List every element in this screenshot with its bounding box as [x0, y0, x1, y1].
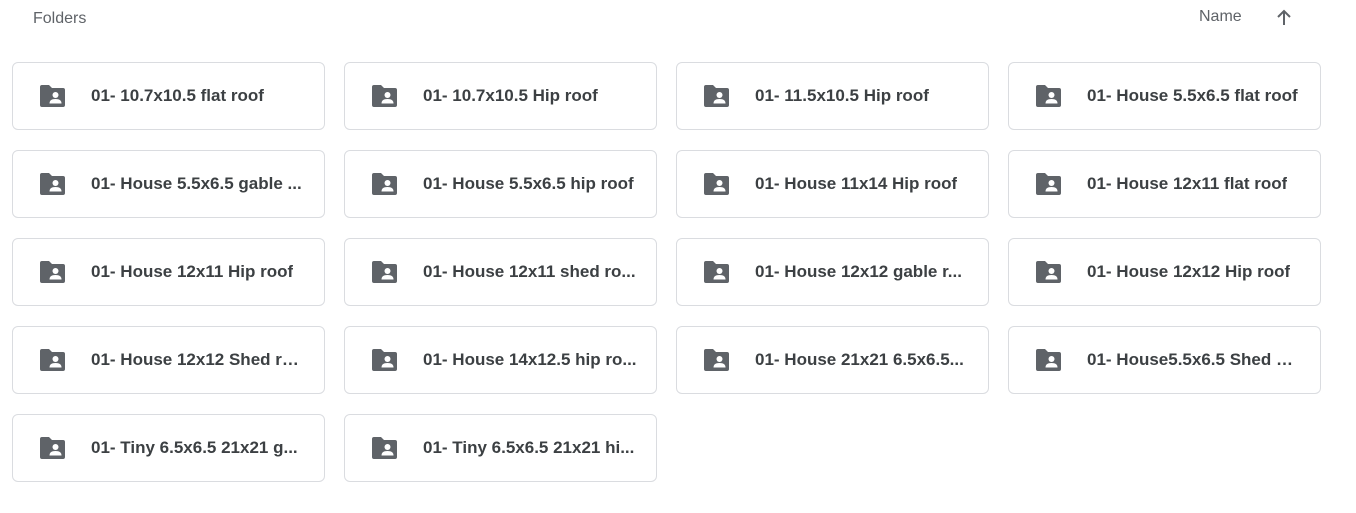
- folder-grid: 01- 10.7x10.5 flat roof 01- 10.7x10.5 Hip…: [12, 62, 1321, 482]
- shared-folder-icon: [370, 348, 398, 372]
- shared-folder-icon: [370, 436, 398, 460]
- folder-card[interactable]: 01- House 12x11 shed ro...: [344, 238, 657, 306]
- folder-name: 01- House 12x11 Hip roof: [91, 262, 294, 281]
- folder-name: 01- House 14x12.5 hip ro...: [423, 350, 637, 369]
- folder-name: 01- House 12x12 gable r...: [755, 262, 962, 281]
- shared-folder-icon: [702, 172, 730, 196]
- folder-name: 01- Tiny 6.5x6.5 21x21 hi...: [423, 438, 635, 457]
- shared-folder-icon: [370, 172, 398, 196]
- shared-folder-icon: [702, 260, 730, 284]
- folder-name: 01- House 5.5x6.5 hip roof: [423, 174, 634, 193]
- folder-name: 01- House 12x11 flat roof: [1087, 174, 1288, 193]
- folder-name: 01- Tiny 6.5x6.5 21x21 g...: [91, 438, 298, 457]
- folder-card[interactable]: 01- House 21x21 6.5x6.5...: [676, 326, 989, 394]
- folder-name: 01- House 5.5x6.5 gable ...: [91, 174, 302, 193]
- folder-name: 01- House 5.5x6.5 flat roof: [1087, 86, 1298, 105]
- folder-name: 01- House 21x21 6.5x6.5...: [755, 350, 964, 369]
- folder-name: 01- 11.5x10.5 Hip roof: [755, 86, 929, 105]
- shared-folder-icon: [702, 348, 730, 372]
- shared-folder-icon: [1034, 260, 1062, 284]
- folder-name: 01- 10.7x10.5 flat roof: [91, 86, 264, 105]
- folder-card[interactable]: 01- 11.5x10.5 Hip roof: [676, 62, 989, 130]
- folder-name: 01- 10.7x10.5 Hip roof: [423, 86, 598, 105]
- folder-card[interactable]: 01- House 12x12 Shed ro...: [12, 326, 325, 394]
- folder-card[interactable]: 01- House 12x12 Hip roof: [1008, 238, 1321, 306]
- shared-folder-icon: [38, 436, 66, 460]
- folder-name: 01- House 11x14 Hip roof: [755, 174, 958, 193]
- sort-by-name-button[interactable]: Name: [1199, 8, 1242, 26]
- folder-name: 01- House 12x11 shed ro...: [423, 262, 636, 281]
- shared-folder-icon: [702, 84, 730, 108]
- shared-folder-icon: [38, 260, 66, 284]
- shared-folder-icon: [38, 84, 66, 108]
- folders-header: Folders Name: [0, 0, 1356, 52]
- arrow-up-icon[interactable]: [1271, 5, 1297, 31]
- folder-name: 01- House 12x12 Shed ro...: [91, 350, 306, 369]
- shared-folder-icon: [1034, 348, 1062, 372]
- folder-card[interactable]: 01- 10.7x10.5 Hip roof: [344, 62, 657, 130]
- folder-card[interactable]: 01- House 12x11 flat roof: [1008, 150, 1321, 218]
- folder-card[interactable]: 01- 10.7x10.5 flat roof: [12, 62, 325, 130]
- folder-card[interactable]: 01- Tiny 6.5x6.5 21x21 g...: [12, 414, 325, 482]
- shared-folder-icon: [1034, 84, 1062, 108]
- folder-card[interactable]: 01- House 12x11 Hip roof: [12, 238, 325, 306]
- folder-card[interactable]: 01- House 5.5x6.5 hip roof: [344, 150, 657, 218]
- folder-card[interactable]: 01- House 5.5x6.5 flat roof: [1008, 62, 1321, 130]
- folder-name: 01- House 12x12 Hip roof: [1087, 262, 1291, 281]
- shared-folder-icon: [38, 348, 66, 372]
- shared-folder-icon: [370, 260, 398, 284]
- shared-folder-icon: [1034, 172, 1062, 196]
- section-title: Folders: [33, 10, 87, 27]
- shared-folder-icon: [370, 84, 398, 108]
- folder-card[interactable]: 01- Tiny 6.5x6.5 21x21 hi...: [344, 414, 657, 482]
- folder-name: 01- House5.5x6.5 Shed R...: [1087, 350, 1302, 369]
- folder-card[interactable]: 01- House5.5x6.5 Shed R...: [1008, 326, 1321, 394]
- folder-card[interactable]: 01- House 12x12 gable r...: [676, 238, 989, 306]
- folder-card[interactable]: 01- House 5.5x6.5 gable ...: [12, 150, 325, 218]
- folder-card[interactable]: 01- House 14x12.5 hip ro...: [344, 326, 657, 394]
- shared-folder-icon: [38, 172, 66, 196]
- folder-card[interactable]: 01- House 11x14 Hip roof: [676, 150, 989, 218]
